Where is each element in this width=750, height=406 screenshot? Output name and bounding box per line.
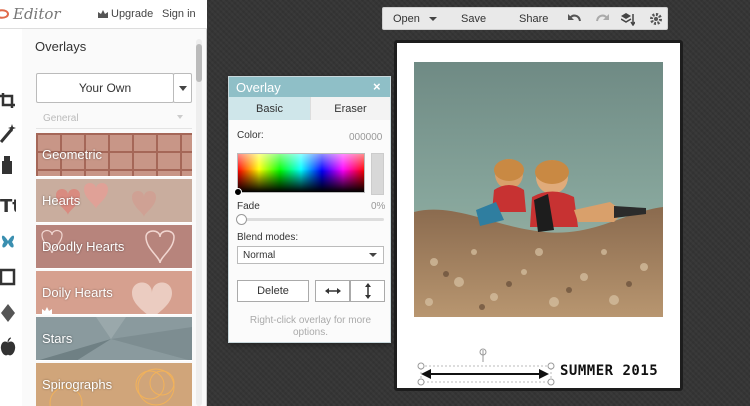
delete-button[interactable]: Delete (237, 280, 309, 302)
dialog-header[interactable]: Overlay × (229, 77, 390, 97)
dialog-title: Overlay (236, 80, 281, 95)
flip-horizontal-icon (324, 288, 341, 294)
close-icon[interactable]: × (373, 79, 381, 94)
flip-vertical-button[interactable] (350, 280, 385, 302)
logo-icon (0, 9, 10, 19)
chevron-down-icon (369, 253, 377, 257)
help-text: Right-click overlay for more options. (249, 315, 372, 338)
panel-scrollbar[interactable] (196, 39, 202, 406)
scrollbar-thumb[interactable] (196, 44, 202, 82)
tile-label: Hearts (42, 193, 81, 208)
category-select[interactable]: General (43, 113, 79, 124)
overlay-dialog: Overlay × Basic Eraser Color: 000000 Fad… (228, 76, 391, 343)
top-bar: Editor Upgrade Sign in (0, 0, 207, 29)
tile-label: Doily Hearts (42, 285, 113, 300)
fade-slider-handle[interactable] (236, 214, 247, 225)
color-picker-handle[interactable] (234, 188, 242, 196)
upgrade-label: Upgrade (111, 8, 154, 20)
color-hex-value[interactable]: 000000 (349, 132, 382, 143)
flip-vertical-icon (364, 283, 371, 299)
upgrade-link[interactable]: Upgrade (98, 8, 153, 20)
overlay-tile-hearts[interactable]: Hearts (36, 179, 192, 223)
main-toolbar: Open Save Share (382, 7, 668, 30)
crown-icon (98, 10, 108, 18)
tile-label: Stars (42, 331, 73, 346)
color-preview-swatch[interactable] (371, 153, 384, 195)
blend-mode-select[interactable]: Normal (237, 246, 384, 264)
your-own-button[interactable]: Your Own (36, 73, 174, 103)
save-button[interactable]: Save (461, 13, 486, 25)
logo-text: Editor (13, 5, 61, 23)
overlay-tile-geometric[interactable]: Geometric (36, 133, 192, 177)
sign-in-link[interactable]: Sign in (162, 8, 196, 20)
beach-photo[interactable] (414, 62, 663, 317)
fade-label: Fade (237, 201, 260, 212)
flip-horizontal-button[interactable] (315, 280, 350, 302)
polaroid-frame[interactable]: SUMMER 2015 (394, 40, 683, 391)
text-icon[interactable]: Tt (0, 195, 16, 215)
tab-eraser[interactable]: Eraser (310, 97, 390, 120)
layers-icon[interactable] (621, 12, 635, 26)
overlay-tile-doodly-hearts[interactable]: Doodly Hearts (36, 225, 192, 269)
caption-text[interactable]: SUMMER 2015 (560, 363, 658, 379)
tile-label: Geometric (42, 147, 102, 162)
overlays-panel: Overlays Your Own General Geometric Hear… (22, 29, 207, 406)
tile-label: Spirographs (42, 377, 113, 392)
share-button[interactable]: Share (519, 13, 548, 25)
overlay-tile-stars[interactable]: Stars (36, 317, 192, 361)
color-label: Color: (237, 130, 264, 141)
redo-icon[interactable] (595, 12, 609, 26)
tool-column: Tt (0, 29, 22, 406)
open-dropdown-icon[interactable] (429, 17, 437, 21)
settings-icon[interactable] (649, 12, 663, 26)
color-spectrum[interactable] (237, 153, 365, 193)
tile-label: Doodly Hearts (42, 239, 125, 254)
svg-text:Tt: Tt (0, 196, 16, 215)
open-button[interactable]: Open (393, 13, 420, 25)
fade-slider[interactable] (239, 218, 384, 221)
crop-icon[interactable] (0, 91, 16, 111)
blend-modes-label: Blend modes: (237, 232, 299, 243)
your-own-dropdown[interactable] (173, 73, 192, 103)
tab-basic[interactable]: Basic (229, 97, 310, 120)
overlay-tile-doily-hearts[interactable]: Doily Hearts (36, 271, 192, 315)
texture-icon[interactable] (0, 303, 16, 323)
category-caret-icon (177, 115, 183, 119)
apple-icon[interactable] (0, 337, 16, 357)
paint-icon[interactable] (0, 155, 16, 175)
panel-title: Overlays (35, 39, 87, 54)
butterfly-icon[interactable] (0, 231, 16, 251)
undo-icon[interactable] (568, 12, 582, 26)
chevron-down-icon (178, 85, 187, 91)
frame-icon[interactable] (0, 267, 16, 287)
premium-crown-icon (42, 307, 52, 314)
divider (36, 128, 192, 129)
fade-value: 0% (371, 201, 386, 212)
overlay-tile-spirographs[interactable]: Spirographs (36, 363, 192, 406)
arrow-doodle (417, 348, 555, 386)
magic-wand-icon[interactable] (0, 123, 16, 143)
